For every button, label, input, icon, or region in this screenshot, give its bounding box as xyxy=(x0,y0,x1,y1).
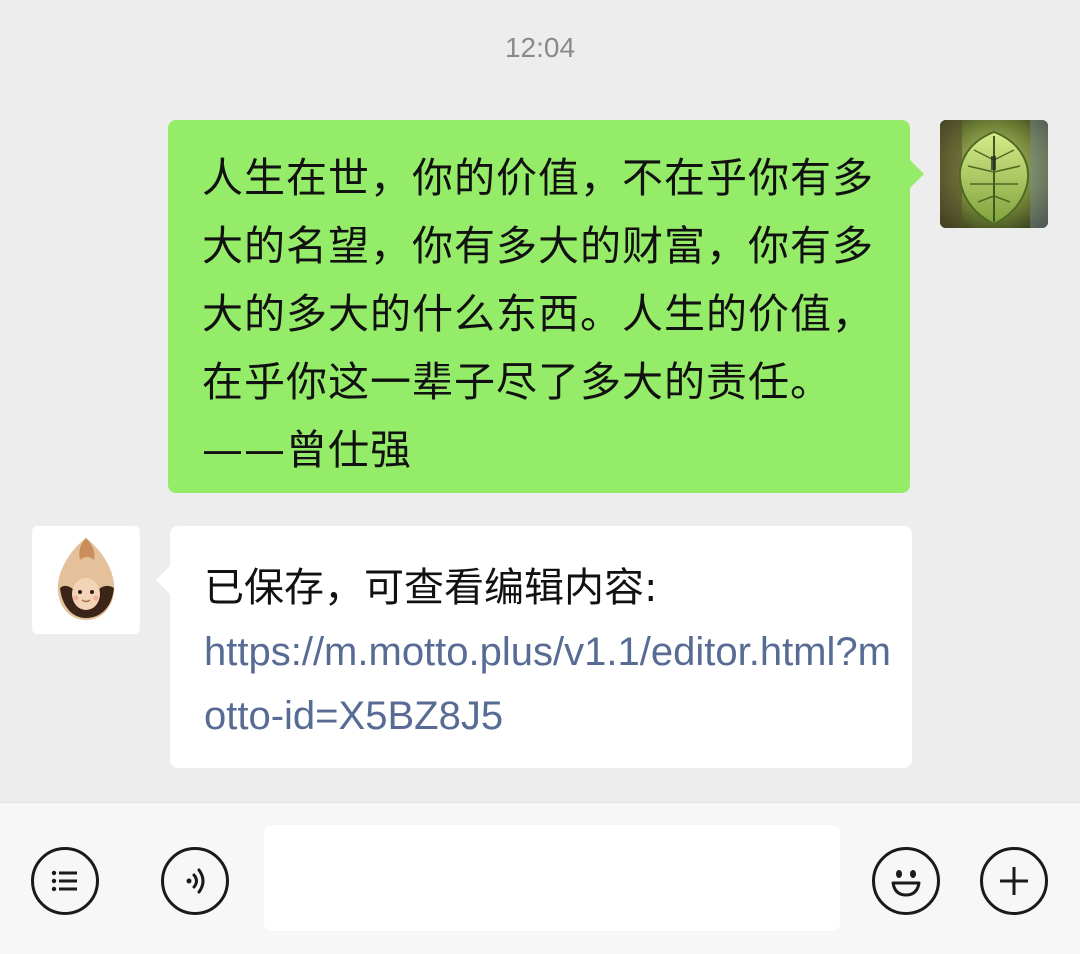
voice-button[interactable] xyxy=(161,847,229,915)
more-button[interactable] xyxy=(980,847,1048,915)
voice-icon xyxy=(186,868,205,894)
sent-message-text: 人生在世，你的价值，不在乎你有多大的名望，你有多大的财富，你有多大的多大的什么东… xyxy=(202,154,874,474)
sent-message-bubble[interactable]: 人生在世，你的价值，不在乎你有多大的名望，你有多大的财富，你有多大的多大的什么东… xyxy=(168,120,924,493)
self-avatar[interactable] xyxy=(940,120,1048,228)
leaf-photo-icon xyxy=(940,120,1048,228)
message-input[interactable] xyxy=(264,825,840,931)
emoji-button[interactable] xyxy=(872,847,940,915)
list-menu-button[interactable] xyxy=(31,847,99,915)
chat-input-toolbar xyxy=(0,802,1080,954)
emoji-icon xyxy=(891,870,921,897)
received-message-text: 已保存，可查看编辑内容: xyxy=(204,565,658,611)
editor-link[interactable]: https://m.motto.plus/v1.1/editor.html?mo… xyxy=(204,620,892,748)
seed-character-icon xyxy=(32,526,140,634)
received-message-bubble[interactable]: 已保存，可查看编辑内容: https://m.motto.plus/v1.1/e… xyxy=(156,526,912,768)
message-timestamp: 12:04 xyxy=(504,32,576,63)
bot-avatar[interactable] xyxy=(32,526,140,634)
list-icon xyxy=(51,870,77,892)
plus-icon xyxy=(1000,867,1028,895)
